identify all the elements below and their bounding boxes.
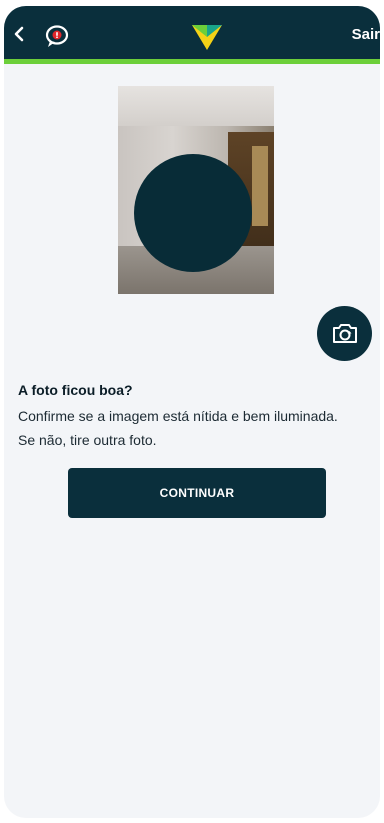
top-bar: Sair [4, 6, 380, 64]
retake-photo-button[interactable] [317, 306, 372, 361]
captured-photo [118, 86, 274, 294]
corner-accent [368, 806, 380, 818]
brand-logo [190, 22, 224, 52]
chat-button[interactable] [42, 21, 72, 51]
instruction-line-2: Se não, tire outra foto. [18, 432, 157, 448]
exit-button[interactable]: Sair [340, 26, 380, 43]
back-button[interactable] [12, 24, 32, 46]
continue-button[interactable]: CONTINUAR [68, 468, 326, 518]
camera-rotate-icon [333, 324, 357, 343]
chevron-left-icon [14, 26, 24, 42]
face-privacy-mask [134, 154, 252, 272]
app-screen: Sair A foto ficou boa? Confirme se a ima… [4, 6, 380, 818]
brand-logo-icon [192, 25, 222, 50]
photo-background [118, 86, 274, 126]
chat-alert-icon [45, 25, 69, 47]
photo-door-detail [252, 146, 268, 226]
question-heading: A foto ficou boa? [18, 382, 133, 398]
instructions-text: Confirme se a imagem está nítida e bem i… [18, 404, 376, 452]
instruction-line-1: Confirme se a imagem está nítida e bem i… [18, 408, 338, 424]
